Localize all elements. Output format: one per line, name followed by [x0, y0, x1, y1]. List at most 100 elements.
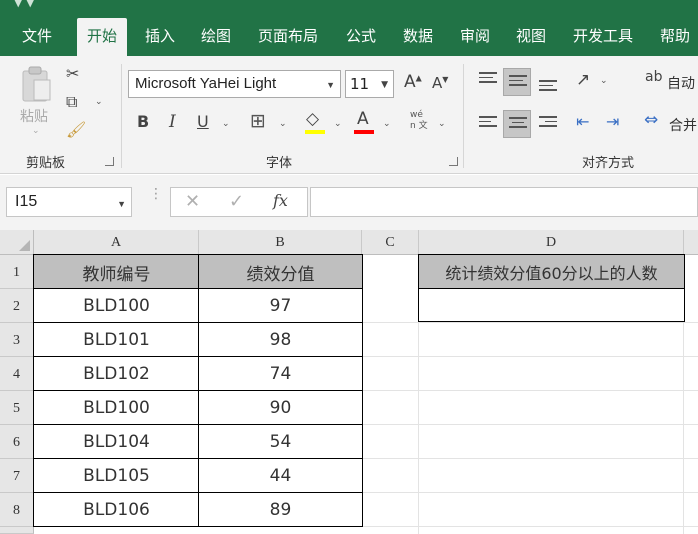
cell-b6[interactable]: 54 — [199, 425, 362, 459]
chevron-down-icon: ⌄ — [32, 126, 40, 136]
phonetic-guide-icon[interactable]: wén 文 — [410, 110, 428, 132]
row-header-4[interactable]: 4 — [0, 357, 34, 391]
enter-icon[interactable]: ✓ — [229, 193, 244, 211]
table-border — [33, 492, 363, 493]
tab-developer[interactable]: 开发工具 — [573, 22, 633, 56]
wrap-text-label[interactable]: 自动 — [667, 73, 695, 93]
cut-icon[interactable]: ✂ — [66, 66, 79, 82]
column-header-c[interactable]: C — [362, 230, 419, 255]
cell-a4[interactable]: BLD102 — [34, 357, 199, 391]
table-border — [33, 458, 363, 459]
chevron-down-icon[interactable]: ⌄ — [600, 76, 608, 86]
row-header-2[interactable]: 2 — [0, 289, 34, 323]
chevron-down-icon[interactable]: ⌄ — [222, 119, 230, 129]
drag-handle-icon[interactable]: ⋮ — [149, 187, 163, 201]
paste-button[interactable]: 粘贴 ⌄ — [14, 64, 58, 138]
name-box-value: I15 — [15, 193, 38, 210]
cell-d1[interactable]: 统计绩效分值60分以上的人数 — [419, 255, 684, 289]
fill-color-icon[interactable]: ◇ — [306, 111, 319, 128]
row-header-9[interactable] — [0, 527, 34, 534]
name-box[interactable]: I15 ▼ — [6, 187, 132, 217]
cell-b7[interactable]: 44 — [199, 459, 362, 493]
tab-page-layout[interactable]: 页面布局 — [258, 22, 318, 56]
cell-a7[interactable]: BLD105 — [34, 459, 199, 493]
align-middle-icon — [509, 75, 527, 89]
format-painter-icon[interactable]: 🖌 — [66, 122, 86, 138]
cell-a8[interactable]: BLD106 — [34, 493, 199, 527]
column-header-a[interactable]: A — [34, 230, 199, 255]
underline-icon[interactable]: U — [197, 114, 209, 130]
chevron-down-icon: ▼ — [326, 80, 335, 90]
cell-b1[interactable]: 绩效分值 — [199, 255, 362, 289]
decrease-font-size-icon[interactable]: A▼ — [432, 76, 448, 91]
tab-help[interactable]: 帮助 — [660, 22, 690, 56]
table-border — [33, 390, 363, 391]
fill-color-swatch — [305, 130, 325, 134]
cell-b3[interactable]: 98 — [199, 323, 362, 357]
column-header-d[interactable]: D — [419, 230, 684, 255]
chevron-down-icon[interactable]: ⌄ — [438, 119, 446, 129]
tab-view[interactable]: 视图 — [516, 22, 546, 56]
cell-b2[interactable]: 97 — [199, 289, 362, 323]
align-bottom-icon[interactable] — [539, 80, 557, 94]
row-header-7[interactable]: 7 — [0, 459, 34, 493]
cell-a6[interactable]: BLD104 — [34, 425, 199, 459]
font-name-dropdown[interactable]: Microsoft YaHei Light ▼ — [128, 70, 341, 98]
chevron-down-icon[interactable]: ⌄ — [334, 119, 342, 129]
italic-icon[interactable]: I — [169, 114, 176, 131]
cell-a5[interactable]: BLD100 — [34, 391, 199, 425]
tab-file[interactable]: 文件 — [22, 22, 52, 56]
alignment-group-label: 对齐方式 — [582, 156, 635, 171]
borders-icon[interactable]: ⊞ — [250, 112, 266, 131]
row-header-6[interactable]: 6 — [0, 425, 34, 459]
copy-icon[interactable]: ⧉ — [66, 94, 77, 110]
cell-a2[interactable]: BLD100 — [34, 289, 199, 323]
row-header-1[interactable]: 1 — [0, 255, 34, 289]
tab-formulas[interactable]: 公式 — [346, 22, 376, 56]
font-group-label: 字体 — [266, 156, 293, 171]
tab-insert[interactable]: 插入 — [145, 22, 175, 56]
row-header-8[interactable]: 8 — [0, 493, 34, 527]
orientation-icon[interactable]: ↗ — [576, 72, 590, 89]
align-left-icon[interactable] — [479, 116, 497, 130]
cell-a1[interactable]: 教师编号 — [34, 255, 199, 289]
font-color-icon[interactable]: A — [357, 111, 369, 128]
chevron-down-icon[interactable]: ⌄ — [279, 119, 287, 129]
merge-center-icon[interactable]: ⇔ — [644, 112, 658, 129]
chevron-down-icon[interactable]: ⌄ — [383, 119, 391, 129]
title-bar: ▼ ▼ — [0, 0, 698, 14]
cell-b5[interactable]: 90 — [199, 391, 362, 425]
tab-data[interactable]: 数据 — [403, 22, 433, 56]
align-right-icon[interactable] — [539, 116, 557, 130]
align-center-icon — [509, 117, 527, 131]
group-divider — [121, 64, 122, 168]
bold-icon[interactable]: B — [137, 114, 149, 130]
column-header-b[interactable]: B — [199, 230, 362, 255]
row-header-5[interactable]: 5 — [0, 391, 34, 425]
insert-function-icon[interactable]: fx — [273, 193, 288, 209]
cell-a3[interactable]: BLD101 — [34, 323, 199, 357]
tab-home[interactable]: 开始 — [77, 18, 128, 56]
clipboard-dialog-launcher[interactable] — [105, 157, 114, 166]
cell-b4[interactable]: 74 — [199, 357, 362, 391]
font-size-dropdown[interactable]: 11 ▼ — [345, 70, 394, 98]
row-header-3[interactable]: 3 — [0, 323, 34, 357]
font-color-swatch — [354, 130, 374, 134]
select-all-corner[interactable] — [0, 230, 34, 255]
decrease-indent-icon[interactable]: ⇤ — [576, 114, 589, 130]
cancel-icon[interactable]: ✕ — [185, 193, 200, 211]
cell-d2[interactable] — [419, 289, 684, 322]
align-top-icon[interactable] — [479, 72, 497, 86]
cell-b8[interactable]: 89 — [199, 493, 362, 527]
increase-indent-icon[interactable]: ⇥ — [606, 114, 619, 130]
tab-draw[interactable]: 绘图 — [201, 22, 231, 56]
paste-label: 粘贴 — [20, 109, 48, 125]
wrap-text-icon[interactable]: ab — [645, 70, 662, 84]
increase-font-size-icon[interactable]: A▲ — [404, 74, 422, 91]
column-header-e[interactable] — [684, 230, 698, 255]
formula-input[interactable] — [310, 187, 698, 217]
merge-center-label[interactable]: 合并 — [669, 115, 697, 135]
tab-review[interactable]: 审阅 — [460, 22, 490, 56]
font-dialog-launcher[interactable] — [449, 157, 458, 166]
chevron-down-icon[interactable]: ⌄ — [95, 97, 103, 107]
